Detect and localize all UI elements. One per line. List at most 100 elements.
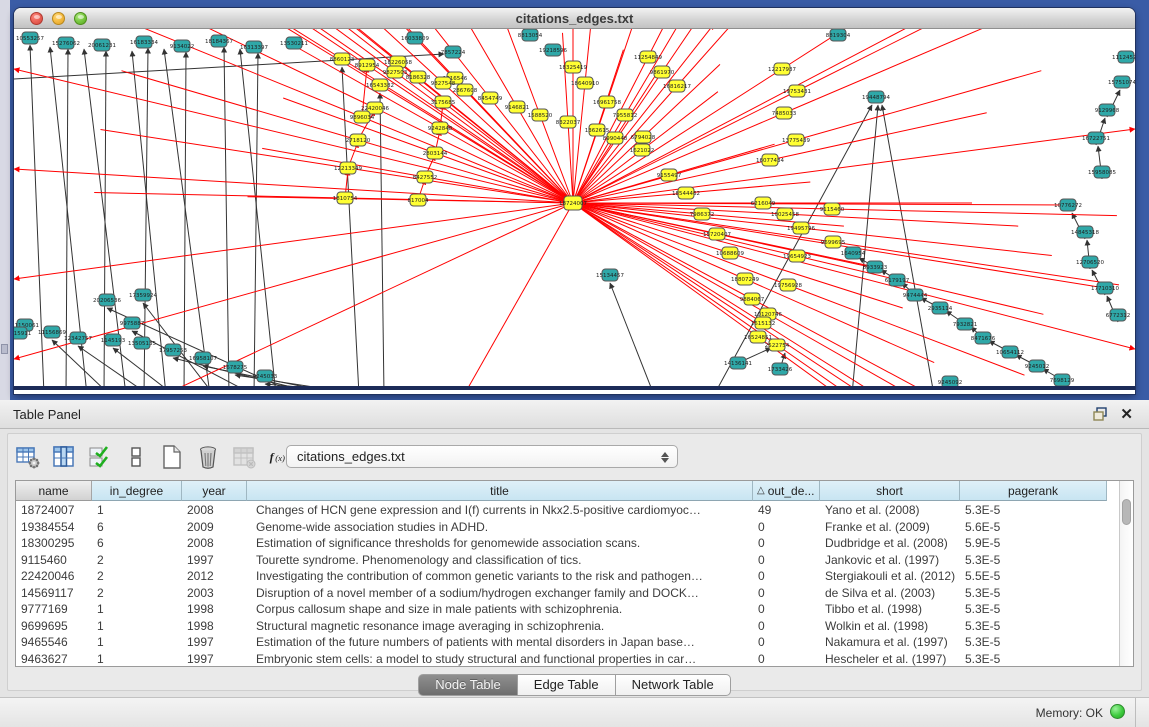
graph-node[interactable]: 8819304: [826, 29, 851, 41]
graph-node[interactable]: 11156869: [38, 326, 66, 338]
float-panel-icon[interactable]: [1093, 407, 1109, 422]
graph-edge[interactable]: [573, 129, 1135, 203]
table-column-icon[interactable]: [52, 445, 76, 469]
graph-edge[interactable]: [882, 105, 934, 390]
graph-node[interactable]: 10654112: [996, 346, 1024, 358]
graph-node[interactable]: 6772312: [1106, 309, 1131, 321]
graph-edge[interactable]: [585, 29, 598, 83]
graph-edge[interactable]: [443, 83, 573, 203]
graph-edge[interactable]: [254, 53, 258, 390]
graph-node[interactable]: 3175685: [431, 96, 456, 108]
graph-node[interactable]: 13505135: [128, 337, 156, 349]
graph-node[interactable]: 7698129: [1050, 374, 1075, 386]
graph-node[interactable]: 14845318: [1071, 226, 1099, 238]
column-header-name[interactable]: name: [16, 481, 92, 501]
graph-node[interactable]: 2867608: [453, 84, 478, 96]
graph-node[interactable]: 16961758: [593, 96, 621, 108]
graph-edge[interactable]: [784, 29, 1016, 113]
graph-edge[interactable]: [796, 71, 1041, 140]
graph-node[interactable]: 8813054: [518, 29, 543, 41]
graph-edge[interactable]: [101, 130, 349, 169]
graph-node[interactable]: 20061231: [88, 39, 116, 51]
graph-edge[interactable]: [686, 182, 810, 193]
graph-node[interactable]: 17957253: [159, 344, 187, 356]
table-row[interactable]: 911546021997Tourette syndrome. Phenomeno…: [16, 552, 1120, 569]
graph-node[interactable]: 8454749: [478, 92, 503, 104]
graph-node[interactable]: 7932821: [953, 318, 978, 330]
graph-edge[interactable]: [573, 203, 768, 314]
graph-node[interactable]: 6794028: [631, 131, 656, 143]
graph-node[interactable]: 9134022: [170, 40, 195, 52]
graph-edge[interactable]: [94, 193, 345, 199]
graph-node[interactable]: 6179197: [885, 274, 910, 286]
graph-node[interactable]: 8933923: [863, 261, 888, 273]
table-row[interactable]: 946362711997Embryonic stem cells: a mode…: [16, 651, 1120, 668]
graph-edge[interactable]: [464, 203, 573, 390]
graph-node[interactable]: 18184367: [205, 35, 233, 47]
graph-edge[interactable]: [662, 29, 760, 72]
graph-node[interactable]: 16183334: [130, 36, 158, 48]
graph-node[interactable]: 11124525: [1112, 51, 1135, 63]
graph-edge[interactable]: [380, 93, 384, 390]
import-checks-icon[interactable]: [88, 445, 112, 469]
table-row[interactable]: 1872400712008Changes of HCN gene express…: [16, 502, 1120, 519]
graph-node[interactable]: 15958085: [1088, 166, 1116, 178]
graph-node[interactable]: 16033809: [401, 32, 429, 44]
graph-edge[interactable]: [14, 54, 444, 79]
delete-trash-icon[interactable]: [196, 445, 220, 469]
graph-edge[interactable]: [677, 29, 791, 86]
graph-node[interactable]: 19448794: [862, 91, 890, 103]
close-panel-icon[interactable]: ✕: [1120, 405, 1133, 423]
graph-edge[interactable]: [573, 86, 677, 203]
graph-node[interactable]: 10553257: [16, 32, 44, 44]
table-row[interactable]: 969969511998Structural magnetic resonanc…: [16, 618, 1120, 635]
graph-node[interactable]: 7857224: [441, 46, 466, 58]
graph-node[interactable]: 1362615: [585, 124, 610, 136]
graph-node[interactable]: 16313397: [240, 41, 268, 53]
graph-edge[interactable]: [648, 29, 731, 57]
graph-node[interactable]: 817004: [408, 194, 429, 206]
graph-node[interactable]: 12213349: [334, 162, 362, 174]
graph-node[interactable]: 12217937: [768, 63, 796, 75]
table-settings-icon[interactable]: [16, 445, 40, 469]
table-scrollbar[interactable]: [1119, 481, 1133, 666]
row-height-icon[interactable]: [124, 445, 148, 469]
tab-node-table[interactable]: Node Table: [418, 674, 518, 696]
graph-node[interactable]: 11254849: [634, 51, 662, 63]
graph-edge[interactable]: [184, 52, 186, 390]
graph-node[interactable]: 9129968: [1095, 104, 1120, 116]
graph-node[interactable]: 9155497: [657, 169, 682, 181]
column-header-out_de[interactable]: △out_de...: [753, 481, 820, 501]
table-row[interactable]: 2242004622012Investigating the contribut…: [16, 568, 1120, 585]
table-row[interactable]: 1456911722003Disruption of a novel membe…: [16, 585, 1120, 602]
graph-node[interactable]: 17359924: [129, 289, 157, 301]
side-panel-handle[interactable]: [1, 344, 8, 354]
graph-edge[interactable]: [122, 71, 359, 140]
graph-node[interactable]: 8186328: [406, 71, 431, 83]
graph-edge[interactable]: [240, 49, 276, 390]
table-scrollbar-thumb[interactable]: [1122, 499, 1131, 525]
graph-node[interactable]: 9861970: [650, 66, 675, 78]
graph-node[interactable]: 15751074: [1108, 76, 1135, 88]
graph-edge[interactable]: [14, 203, 573, 279]
graph-node[interactable]: 9146821: [505, 101, 530, 113]
graph-node[interactable]: 18544462: [672, 187, 700, 199]
graph-edge[interactable]: [358, 140, 573, 203]
graph-edge[interactable]: [563, 33, 569, 122]
column-header-in_degree[interactable]: in_degree: [92, 481, 182, 501]
graph-node[interactable]: 16958107: [189, 352, 217, 364]
graph-edge[interactable]: [782, 29, 1012, 69]
table-row[interactable]: 977716911998Corpus callosum shape and si…: [16, 601, 1120, 618]
graph-edge[interactable]: [66, 49, 68, 390]
graph-edge[interactable]: [14, 203, 573, 359]
memory-ok-indicator-icon[interactable]: [1110, 704, 1125, 719]
graph-node[interactable]: 8322037: [556, 116, 581, 128]
tab-network-table[interactable]: Network Table: [616, 674, 731, 696]
graph-node[interactable]: 12706520: [1076, 256, 1104, 268]
column-header-short[interactable]: short: [820, 481, 960, 501]
graph-edge[interactable]: [573, 203, 797, 256]
column-header-year[interactable]: year: [182, 481, 247, 501]
table-row[interactable]: 1938455462009Genome-wide association stu…: [16, 519, 1120, 536]
graph-node[interactable]: 9242848: [428, 122, 453, 134]
graph-node[interactable]: 20206536: [93, 294, 121, 306]
